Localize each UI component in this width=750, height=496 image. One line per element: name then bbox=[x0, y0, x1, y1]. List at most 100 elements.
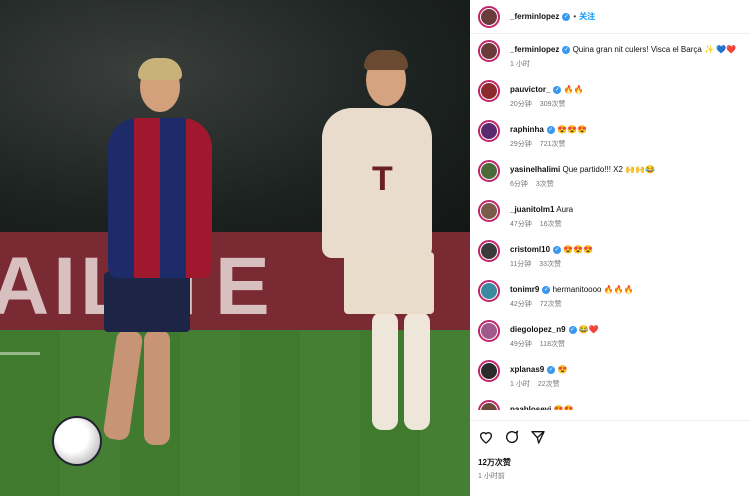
player-1-shorts bbox=[104, 272, 190, 332]
comment-username[interactable]: _juanitolm1 bbox=[510, 205, 554, 214]
pitch-line bbox=[0, 352, 40, 355]
avatar-image bbox=[481, 83, 497, 99]
player-1-leg bbox=[144, 330, 170, 445]
comment-time: 1 小时 bbox=[510, 381, 530, 388]
player-2-leg bbox=[372, 312, 398, 430]
caption: _ferminlopez ✓ Quina gran nit culers! Vis… bbox=[478, 40, 736, 70]
player-2-leg bbox=[404, 312, 430, 430]
commenter-avatar[interactable] bbox=[478, 360, 500, 382]
comment-text: 😍😍😍 bbox=[557, 125, 587, 134]
comment-row: raphinha ✓ 😍😍😍 29分钟 721次赞 bbox=[478, 120, 587, 150]
comment-likes[interactable]: 721次赞 bbox=[540, 141, 566, 148]
avatar-image bbox=[481, 363, 497, 379]
commenter-avatar[interactable] bbox=[478, 80, 500, 102]
comment-row: yasinelhalimi Que partido!!! X2 🙌🙌😂 6分钟 3次… bbox=[478, 160, 655, 190]
verified-icon: ✓ bbox=[562, 45, 571, 54]
verified-icon: ✓ bbox=[562, 12, 571, 21]
avatar-image bbox=[481, 323, 497, 339]
comment-time: 47分钟 bbox=[510, 221, 532, 228]
commenter-avatar[interactable] bbox=[478, 320, 500, 342]
comment-time: 49分钟 bbox=[510, 341, 532, 348]
comment-text: Que partido!!! X2 🙌🙌😂 bbox=[562, 165, 656, 174]
comment-list[interactable]: _ferminlopez ✓ Quina gran nit culers! Vis… bbox=[470, 34, 750, 410]
player-1-hair bbox=[138, 58, 182, 80]
comment-row: diegolopez_n9 ✓ 😂❤️ 49分钟 118次赞 bbox=[478, 320, 599, 350]
comment-username[interactable]: cristoml10 bbox=[510, 245, 550, 254]
post-header: _ferminlopez ✓ • 关注 bbox=[470, 0, 750, 34]
heart-icon[interactable] bbox=[478, 429, 494, 445]
comment-username[interactable]: diegolopez_n9 bbox=[510, 325, 566, 334]
comment-text: 😍😍 bbox=[553, 405, 574, 410]
post-photo[interactable]: AILITE T bbox=[0, 0, 470, 496]
comment-row: cristoml10 ✓ 😍😍😍 11分钟 33次赞 bbox=[478, 240, 593, 270]
player-2-shorts bbox=[344, 252, 434, 314]
comment-text: Aura bbox=[556, 205, 574, 214]
commenter-avatar[interactable] bbox=[478, 160, 500, 182]
avatar-image bbox=[481, 163, 497, 179]
player-2-hair bbox=[364, 50, 408, 70]
comment-username[interactable]: xplanas9 bbox=[510, 365, 544, 374]
verified-icon: ✓ bbox=[546, 125, 555, 134]
verified-icon: ✓ bbox=[542, 285, 551, 294]
verified-icon: ✓ bbox=[568, 325, 577, 334]
comment-username[interactable]: raphinha bbox=[510, 125, 544, 134]
verified-icon: ✓ bbox=[553, 85, 562, 94]
like-count[interactable]: 12万次赞 bbox=[478, 457, 742, 468]
verified-icon: ✓ bbox=[553, 245, 562, 254]
comment-likes[interactable]: 118次赞 bbox=[540, 341, 565, 348]
comment-likes[interactable]: 3次赞 bbox=[536, 181, 554, 188]
comment-text: 😂❤️ bbox=[578, 325, 599, 334]
comment-username[interactable]: tonimr9 bbox=[510, 285, 539, 294]
avatar-image bbox=[481, 243, 497, 259]
commenter-avatar[interactable] bbox=[478, 120, 500, 142]
player-2-logo: T bbox=[372, 160, 393, 198]
author-avatar[interactable] bbox=[478, 40, 500, 62]
comment-row: _juanitolm1 Aura 47分钟 16次赞 bbox=[478, 200, 573, 230]
comment-username[interactable]: pauvictor_ bbox=[510, 85, 550, 94]
commenter-avatar[interactable] bbox=[478, 280, 500, 302]
verified-icon: ✓ bbox=[547, 365, 556, 374]
comment-text: 😍😍😍 bbox=[563, 245, 594, 254]
comment-row: pauvictor_ ✓ 🔥🔥 20分钟 309次赞 bbox=[478, 80, 584, 110]
football bbox=[52, 416, 102, 466]
comment-time: 6分钟 bbox=[510, 181, 528, 188]
comment-time: 29分钟 bbox=[510, 141, 532, 148]
avatar-image bbox=[481, 123, 497, 139]
comment-row: tonimr9 ✓ hermanitoooo 🔥🔥🔥 42分钟 72次赞 bbox=[478, 280, 634, 310]
comment-time: 42分钟 bbox=[510, 301, 532, 308]
commenter-avatar[interactable] bbox=[478, 200, 500, 222]
caption-text: Quina gran nit culers! Visca el Barça ✨ … bbox=[572, 45, 737, 54]
share-icon[interactable] bbox=[530, 429, 546, 445]
post-view: AILITE T _ferminlopez ✓ • 关注 _fe bbox=[0, 0, 750, 496]
post-sidebar: _ferminlopez ✓ • 关注 _ferminlopez ✓ Quina … bbox=[470, 0, 750, 496]
player-1-shirt bbox=[108, 118, 212, 278]
comment-time: 11分钟 bbox=[510, 261, 532, 268]
pitch bbox=[0, 330, 470, 496]
avatar-image bbox=[481, 403, 497, 410]
comment-time: 20分钟 bbox=[510, 101, 532, 108]
comment-likes[interactable]: 309次赞 bbox=[540, 101, 566, 108]
comment-likes[interactable]: 72次赞 bbox=[540, 301, 562, 308]
commenter-avatar[interactable] bbox=[478, 240, 500, 262]
author-username[interactable]: _ferminlopez bbox=[510, 12, 559, 21]
commenter-avatar[interactable] bbox=[478, 400, 500, 410]
follow-button[interactable]: 关注 bbox=[579, 11, 595, 22]
avatar-image bbox=[481, 203, 497, 219]
caption-username[interactable]: _ferminlopez bbox=[510, 45, 559, 54]
comment-likes[interactable]: 33次赞 bbox=[539, 261, 561, 268]
separator-dot: • bbox=[573, 12, 577, 21]
avatar-image bbox=[481, 283, 497, 299]
comment-username[interactable]: paablosevi bbox=[510, 405, 551, 410]
comment-row: paablosevi 😍😍 bbox=[478, 400, 574, 410]
post-time: 1 小时前 bbox=[478, 473, 505, 480]
comment-likes[interactable]: 22次赞 bbox=[538, 381, 560, 388]
comment-text: 😍 bbox=[557, 365, 568, 374]
comment-likes[interactable]: 16次赞 bbox=[540, 221, 562, 228]
comment-username[interactable]: yasinelhalimi bbox=[510, 165, 560, 174]
comment-row: xplanas9 ✓ 😍 1 小时 22次赞 bbox=[478, 360, 567, 390]
author-avatar[interactable] bbox=[478, 5, 500, 28]
comment-icon[interactable] bbox=[504, 429, 520, 445]
comment-text: hermanitoooo 🔥🔥🔥 bbox=[552, 285, 634, 294]
comment-text: 🔥🔥 bbox=[563, 85, 584, 94]
caption-time: 1 小时 bbox=[510, 61, 530, 68]
